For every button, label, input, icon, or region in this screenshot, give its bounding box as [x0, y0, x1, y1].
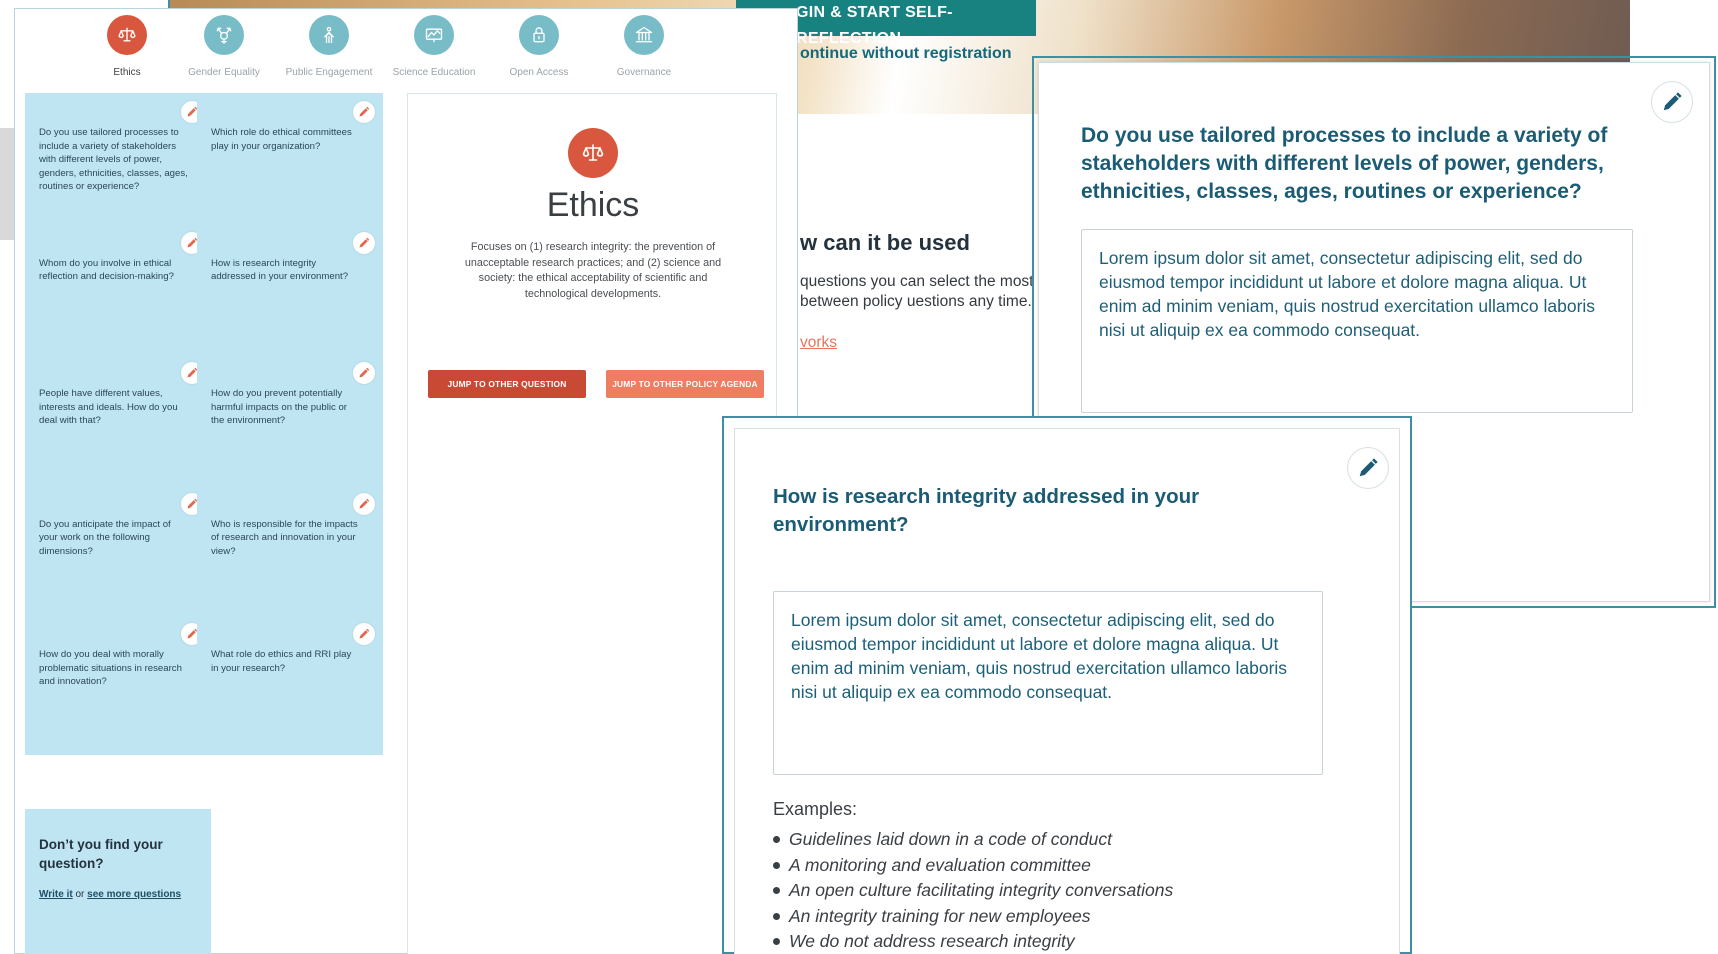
question-card[interactable]: How do you prevent potentially harmful i… [197, 354, 383, 494]
continue-without-registration-link[interactable]: ontinue without registration [800, 45, 1012, 63]
question-text: What role do ethics and RRI play in your… [211, 649, 352, 674]
or-text: or [72, 889, 88, 900]
scales-icon [107, 15, 147, 55]
category-description: Focuses on (1) research integrity: the p… [464, 241, 722, 300]
lock-icon [519, 15, 559, 55]
question-card[interactable]: Which role do ethical committees play in… [197, 93, 383, 233]
example-item: Guidelines laid down in a code of conduc… [773, 827, 1173, 853]
pencil-icon [359, 367, 370, 378]
question-text: Do you use tailored processes to include… [39, 127, 188, 193]
examples-list: Guidelines laid down in a code of conduc… [773, 827, 1173, 954]
question-card[interactable]: How do you deal with morally problematic… [25, 615, 211, 755]
edge-tab [0, 128, 14, 240]
question-card[interactable]: Who is responsible for the impacts of re… [197, 484, 383, 625]
popup-question: How is research integrity addressed in y… [773, 485, 1200, 536]
pencil-icon [359, 628, 370, 639]
question-text: People have different values, interests … [39, 388, 178, 427]
popup-question: Do you use tailored processes to include… [1081, 124, 1608, 203]
question-popup-frame: How is research integrity addressed in y… [722, 416, 1412, 954]
edit-button[interactable] [353, 362, 375, 384]
question-popup: How is research integrity addressed in y… [734, 428, 1400, 954]
category-title: Ethics [546, 186, 640, 224]
jump-to-other-question-button[interactable]: JUMP TO OTHER QUESTION [428, 370, 586, 398]
question-text: Do you anticipate the impact of your wor… [39, 518, 171, 557]
jump-to-other-policy-agenda-button[interactable]: JUMP TO OTHER POLICY AGENDA [606, 370, 764, 398]
example-item: We do not address research integrity [773, 929, 1173, 954]
edit-button[interactable] [353, 623, 375, 645]
pencil-icon [359, 237, 370, 247]
pencil-icon [1663, 92, 1682, 111]
write-it-link[interactable]: Write it [39, 889, 73, 900]
scales-icon [568, 128, 618, 178]
category-label: Governance [616, 67, 672, 78]
question-text: How do you prevent potentially harmful i… [211, 388, 347, 427]
question-text: How do you deal with morally problematic… [39, 649, 182, 688]
usage-heading: w can it be used [800, 230, 970, 255]
pencil-icon [1359, 458, 1378, 477]
answer-field[interactable]: Lorem ipsum dolor sit amet, consectetur … [1081, 229, 1633, 413]
question-text: How is research integrity addressed in y… [211, 257, 349, 283]
question-card[interactable]: What role do ethics and RRI play in your… [197, 615, 383, 755]
question-card[interactable]: Whom do you involve in ethical reflectio… [25, 223, 211, 364]
question-card[interactable]: How is research integrity addressed in y… [197, 223, 383, 364]
composite-screenshot: GIN & START SELF-REFLECTION ontinue with… [0, 0, 1718, 954]
missing-question-title: Don’t you find your question? [39, 837, 163, 871]
people-icon [309, 15, 349, 55]
example-item: An open culture facilitating integrity c… [773, 878, 1173, 904]
see-more-questions-link[interactable]: see more questions [87, 889, 181, 900]
question-card[interactable]: People have different values, interests … [25, 354, 211, 494]
example-item: A monitoring and evaluation committee [773, 853, 1173, 879]
gender-icon [204, 15, 244, 55]
edit-button[interactable] [353, 492, 375, 515]
edit-button[interactable] [1651, 81, 1693, 123]
missing-question-card: Don’t you find your question? Write it o… [25, 809, 211, 954]
edit-button[interactable] [353, 231, 375, 254]
question-text: Who is responsible for the impacts of re… [211, 518, 358, 557]
edit-button[interactable] [353, 101, 375, 123]
chart-board-icon [414, 15, 454, 55]
question-text: Which role do ethical committees play in… [211, 127, 352, 152]
examples-label: Examples: [773, 799, 858, 819]
edit-button[interactable] [1347, 447, 1389, 489]
missing-question-links: Write it or see more questions [39, 889, 181, 900]
example-item: An integrity training for new employees [773, 904, 1173, 930]
category-tab[interactable]: Governance [579, 15, 709, 78]
answer-field[interactable]: Lorem ipsum dolor sit amet, consectetur … [773, 591, 1323, 775]
how-it-works-link[interactable]: vorks [800, 334, 837, 352]
building-icon [624, 15, 664, 55]
pencil-icon [359, 498, 370, 508]
question-card[interactable]: Do you anticipate the impact of your wor… [25, 484, 211, 625]
question-text: Whom do you involve in ethical reflectio… [39, 257, 174, 283]
question-card[interactable]: Do you use tailored processes to include… [25, 93, 211, 233]
self-reflection-app: Ethics Gender Equality Public Engagement Sc… [14, 8, 798, 954]
pencil-icon [359, 106, 370, 117]
category-nav: Ethics Gender Equality Public Engagement Sc… [15, 9, 799, 85]
